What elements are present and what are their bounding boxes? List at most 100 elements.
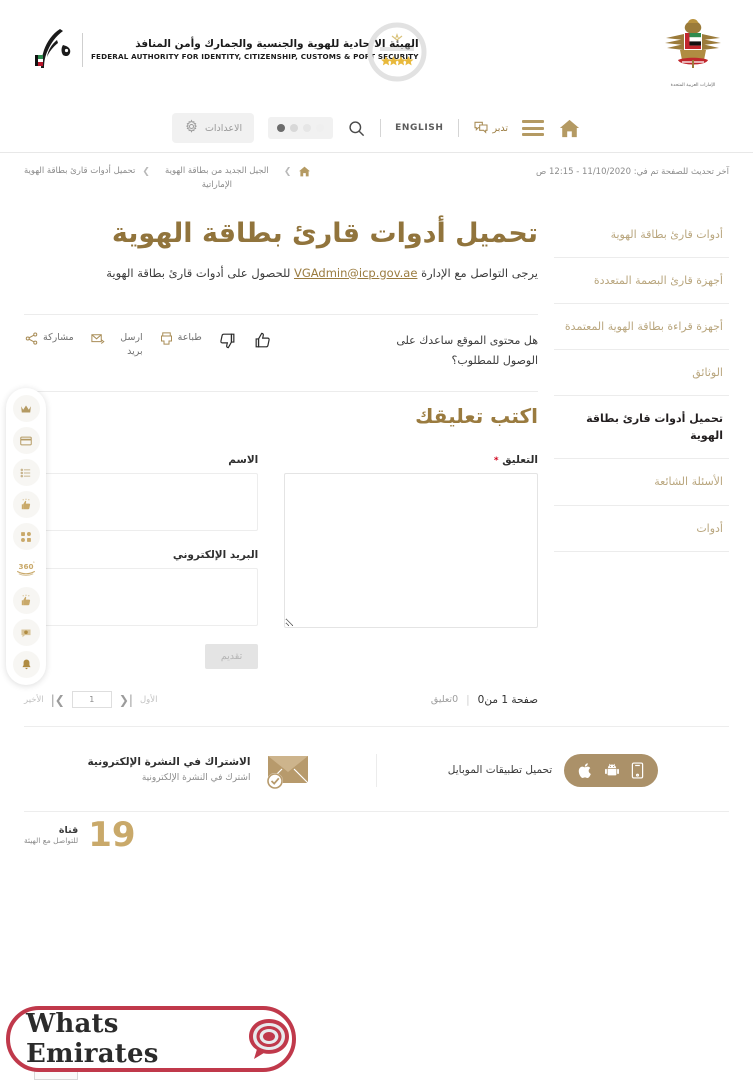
mobile-apps-cell: تحميل تطبيقات الموبايل	[376, 753, 729, 787]
phone-icon[interactable]	[631, 762, 644, 779]
watermark-text: Whats Emirates	[26, 1009, 159, 1069]
logo-divider	[82, 33, 83, 67]
settings-button[interactable]: الاعدادات	[171, 113, 255, 143]
share-button[interactable]: مشاركة	[24, 331, 74, 346]
tadabbor-link[interactable]: تدبر	[473, 119, 509, 138]
feedback-question: هل محتوى الموقع ساعدك على الوصول للمطلوب…	[396, 334, 538, 368]
rating-thumb-icon[interactable]	[12, 491, 40, 518]
hamburger-menu-icon[interactable]	[522, 120, 545, 136]
submit-button[interactable]: تقديم	[204, 644, 259, 670]
page-info-text: صفحة 1 من0	[477, 693, 538, 706]
main-content: تحميل أدوات قارئ بطاقة الهوية يرجى التوا…	[24, 198, 554, 726]
share-icon	[24, 331, 39, 346]
meta-column: الاسم البريد الإلكتروني تقديم	[24, 454, 259, 670]
android-icon[interactable]	[604, 762, 620, 778]
comment-label-text: التعليق	[502, 454, 538, 467]
name-input[interactable]	[24, 473, 259, 532]
breadcrumb-item-1[interactable]: تحميل أدوات قارئ بطاقة الهوية	[24, 165, 135, 179]
breadcrumb: ❯ الجيل الجديد من بطاقة الهوية الإماراتي…	[24, 165, 311, 192]
page-root: الهيئة الاتحادية للهوية والجنسية والجمار…	[0, 0, 753, 1080]
contrast-dot-light[interactable]	[303, 124, 312, 132]
services-icon[interactable]	[12, 523, 40, 550]
mobile-apps-label: تحميل تطبيقات الموبايل	[447, 764, 553, 777]
feedback-actions: طباعة ارسل بريد مشاركة	[24, 331, 272, 358]
page-number-input[interactable]: 1	[71, 691, 112, 709]
pagination-first-label[interactable]: الأول	[140, 695, 158, 705]
intro-paragraph: يرجى التواصل مع الإدارة VGAdmin@icp.gov.…	[24, 263, 538, 315]
floating-quick-toolbar: 360 °	[6, 388, 46, 685]
channel-title: قناة	[58, 825, 79, 837]
chevron-right-last-icon[interactable]: ❯|	[119, 693, 133, 707]
email-input[interactable]	[24, 568, 259, 627]
mail-send-icon	[90, 331, 105, 346]
crown-icon[interactable]	[12, 395, 40, 422]
tadabbor-label: تدبر	[492, 122, 509, 134]
envelope-check-icon	[262, 749, 312, 791]
search-icon[interactable]	[347, 119, 366, 138]
uae-federal-emblem-icon: الإمارات العربية المتحدة	[660, 16, 726, 92]
mobile-apps-button[interactable]	[564, 753, 659, 787]
pagination-controls: الأخير |❮ 1 ❯| الأول	[24, 691, 158, 709]
content-wrapper: أدوات قارئ بطاقة الهوية أجهزة قارئ البصم…	[0, 198, 753, 726]
home-icon[interactable]	[558, 117, 581, 140]
four-star-medal-icon	[366, 20, 428, 88]
svg-text:360: 360	[18, 562, 33, 571]
print-button[interactable]: طباعة	[159, 331, 202, 346]
contact-channel-row: 19 قناة للتواصل مع الهيئة	[24, 812, 729, 852]
contact-channel[interactable]: 19 قناة للتواصل مع الهيئة	[24, 818, 136, 852]
apple-icon[interactable]	[578, 762, 593, 779]
comment-form-heading: اكتب تعليقك	[415, 404, 538, 429]
contrast-dots-icon[interactable]	[268, 117, 334, 139]
breadcrumb-item-0[interactable]: الجيل الجديد من بطاقة الهوية الإماراتية	[157, 165, 277, 192]
settings-label: الاعدادات	[204, 122, 243, 134]
main-navbar: الاعدادات ENGLISH تدبر	[0, 104, 753, 152]
list-icon[interactable]	[12, 459, 40, 486]
authority-logo[interactable]: الهيئة الاتحادية للهوية والجنسية والجمار…	[30, 26, 419, 74]
thumbs-down-icon[interactable]	[218, 331, 237, 350]
breadcrumb-home-icon[interactable]	[298, 165, 311, 178]
newsletter-title: الاشتراك في النشرة الإلكترونية	[87, 755, 251, 768]
360-badge-icon[interactable]: 360 °	[13, 555, 40, 582]
sidebar-item-download-tools[interactable]: تحميل أدوات قارئ بطاقة الهوية	[554, 396, 729, 460]
contrast-dot-dark[interactable]	[277, 124, 286, 132]
share-label: مشاركة	[43, 332, 74, 344]
section-sidebar: أدوات قارئ بطاقة الهوية أجهزة قارئ البصم…	[554, 198, 729, 726]
contrast-dot-lightest[interactable]	[316, 124, 325, 132]
sidebar-item-faq[interactable]: الأسئلة الشائعة	[554, 459, 729, 506]
page-title: تحميل أدوات قارئ بطاقة الهوية	[111, 218, 538, 250]
comment-textarea[interactable]	[284, 473, 538, 629]
comment-column: التعليق *	[284, 454, 538, 669]
thumbs-up-icon[interactable]	[253, 331, 272, 350]
sidebar-item-utilities[interactable]: أدوات	[554, 506, 729, 552]
sidebar-item-fingerprint-devices[interactable]: أجهزة قارئ البصمة المتعددة	[554, 258, 729, 305]
pagination-divider: |	[466, 693, 470, 706]
rating-thumb-icon[interactable]	[12, 587, 40, 614]
last-update-text: آخر تحديث للصفحة تم في: 11/10/2020 - 12:…	[536, 167, 729, 177]
sidebar-item-documents[interactable]: الوثائق	[554, 350, 729, 397]
submit-row: تقديم	[24, 644, 259, 670]
whats-emirates-watermark: Whats Emirates	[6, 1006, 296, 1072]
pagination-last-label[interactable]: الأخير	[24, 695, 44, 705]
contrast-dot-mid[interactable]	[290, 124, 299, 132]
breadcrumb-separator-2: ❯	[142, 167, 150, 177]
sidebar-item-approved-readers[interactable]: أجهزة قراءة بطاقة الهوية المعتمدة	[554, 304, 729, 351]
gear-icon	[184, 119, 199, 137]
intro-text-after: للحصول على أدوات قارئ بطاقة الهوية	[106, 265, 294, 280]
speech-bubble-logo-icon	[246, 1016, 292, 1062]
support-chat-icon[interactable]	[12, 619, 40, 646]
nav-divider-2	[457, 119, 459, 137]
sidebar-item-tools[interactable]: أدوات قارئ بطاقة الهوية	[554, 212, 729, 259]
newsletter-cell[interactable]: الاشتراك في النشرة الإلكترونية اشترك في …	[24, 749, 376, 791]
chevron-left-first-icon[interactable]: |❮	[51, 693, 65, 707]
card-icon[interactable]	[12, 427, 40, 454]
breadcrumb-separator-1: ❯	[283, 167, 292, 177]
comment-form-grid: التعليق * الاسم البريد الإلكتروني تقديم	[24, 454, 538, 670]
emblem-caption: الإمارات العربية المتحدة	[670, 83, 716, 88]
admin-email-link[interactable]: VGAdmin@icp.gov.ae	[294, 266, 417, 280]
bell-icon[interactable]	[12, 651, 40, 678]
send-mail-button[interactable]: ارسل بريد	[90, 331, 143, 358]
language-english-link[interactable]: ENGLISH	[395, 123, 443, 133]
intro-text-before: يرجى التواصل مع الإدارة	[417, 265, 538, 280]
falcon-logo-icon	[30, 26, 74, 74]
comment-field-label: التعليق *	[284, 454, 538, 473]
